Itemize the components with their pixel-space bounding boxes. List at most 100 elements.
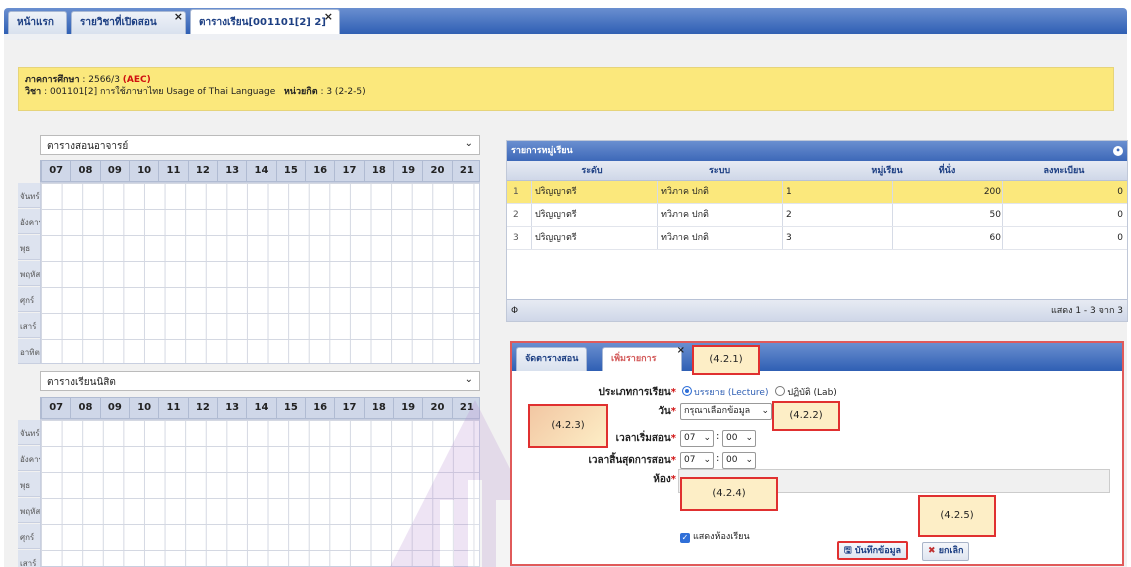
cell-group: 1: [786, 187, 792, 197]
pager-info: แสดง 1 - 3 จาก 3: [1050, 306, 1123, 316]
teacher-timetable-grid: [40, 182, 480, 364]
checkbox-icon: ✓: [680, 533, 690, 543]
teacher-timetable-select-value: ตารางสอนอาจารย์: [47, 141, 129, 152]
tab-open-courses[interactable]: รายวิชาที่เปิดสอน ×: [71, 10, 186, 34]
chevron-down-icon: ⌄: [745, 433, 753, 443]
column-divider: [892, 181, 893, 203]
column-divider: [657, 227, 658, 249]
column-divider: [782, 204, 783, 226]
day-label: วัน*: [658, 406, 676, 417]
hour-header: 07: [41, 161, 70, 181]
cell-level: ปริญญาตรี: [535, 187, 577, 197]
hour-header: 10: [129, 398, 158, 418]
column-divider: [1002, 227, 1003, 249]
hour-header: 15: [275, 398, 305, 418]
student-timetable-select-value: ตารางเรียนนิสิต: [47, 377, 116, 388]
cell-seats: 200: [983, 187, 1001, 197]
cancel-button[interactable]: ✖ ยกเลิก: [922, 542, 970, 561]
tab-timetable[interactable]: ตารางเรียน[001101[2] 2] ×: [190, 9, 340, 35]
teacher-timetable-select[interactable]: ตารางสอนอาจารย์ ⌄: [40, 135, 480, 155]
radio-lab[interactable]: [775, 386, 786, 396]
hour-header: 18: [363, 398, 393, 418]
day-label: จันทร์: [18, 183, 40, 208]
tab-schedule[interactable]: จัดตารางสอน: [516, 347, 588, 371]
tab-home[interactable]: หน้าแรก: [8, 11, 67, 34]
close-icon[interactable]: ×: [174, 6, 183, 28]
chevron-down-icon: ⌄: [745, 455, 753, 465]
hour-header: 17: [334, 161, 363, 181]
hour-header: 14: [246, 398, 275, 418]
hour-header: 21: [451, 161, 481, 181]
tab-add-item[interactable]: เพิ่มรายการ ×: [602, 345, 685, 371]
day-select[interactable]: กรุณาเลือกข้อมูล ⌄: [680, 403, 772, 420]
cell-level: ปริญญาตรี: [535, 233, 577, 243]
hour-header: 08: [70, 398, 99, 418]
chevron-down-icon: ⌄: [703, 433, 711, 443]
semester-line: ภาคการศึกษา : 2566/3 (AEC): [25, 74, 1107, 86]
cell-seats: 60: [989, 233, 1001, 243]
tab-open-courses-label: รายวิชาที่เปิดสอน: [80, 17, 157, 28]
annotation-4-2-4: (4.2.4): [680, 477, 778, 511]
day-label: จันทร์: [18, 420, 40, 445]
chevron-down-icon: ⌄: [464, 138, 473, 149]
col-registered[interactable]: ลงทะเบียน: [1002, 161, 1126, 181]
hour-header: 16: [305, 161, 334, 181]
row-number: 3: [513, 233, 519, 243]
cell-registered: 0: [1117, 187, 1123, 197]
close-icon[interactable]: ×: [324, 4, 333, 30]
show-rooms-checkbox[interactable]: ✓ แสดงห้องเรียน: [680, 529, 750, 543]
group-list-title: รายการหมู่เรียน: [511, 146, 573, 156]
collapse-icon[interactable]: •: [1113, 146, 1123, 156]
col-seats[interactable]: ที่นั่ง: [892, 161, 1002, 181]
column-divider: [531, 204, 532, 226]
hour-header: 11: [158, 398, 187, 418]
semester-label: ภาคการศึกษา: [25, 75, 80, 85]
group-list-panel: รายการหมู่เรียน • ระดับ ระบบ หมู่เรียน ท…: [506, 140, 1128, 322]
hour-header: 12: [187, 398, 217, 418]
tab-home-label: หน้าแรก: [17, 17, 54, 28]
day-label: ศุกร์: [18, 287, 40, 312]
student-timetable-select[interactable]: ตารางเรียนนิสิต ⌄: [40, 371, 480, 391]
column-divider: [657, 181, 658, 203]
tab-timetable-label: ตารางเรียน[001101[2] 2]: [199, 17, 326, 28]
hour-header: 07: [41, 398, 70, 418]
teacher-timetable-header: 07 08 09 10 11 12 13 14 15 16 17 18 19 20 21: [40, 160, 480, 182]
hour-header: 13: [217, 161, 246, 181]
day-label: เสาร์: [18, 550, 40, 567]
column-divider: [531, 181, 532, 203]
refresh-icon[interactable]: Φ: [511, 300, 518, 322]
show-rooms-label: แสดงห้องเรียน: [693, 532, 750, 542]
tab-bar: หน้าแรก รายวิชาที่เปิดสอน × ตารางเรียน[0…: [0, 0, 1131, 40]
cell-system: ทวิภาค ปกติ: [661, 233, 709, 243]
end-minute-select[interactable]: 00 ⌄: [722, 452, 756, 469]
radio-lecture[interactable]: [682, 386, 692, 396]
table-row[interactable]: 2 ปริญญาตรี ทวิภาค ปกติ 2 50 0: [507, 204, 1127, 227]
hour-header: 20: [422, 398, 451, 418]
day-label: อังคาร: [18, 446, 40, 471]
aec-badge: (AEC): [122, 75, 151, 85]
column-divider: [531, 227, 532, 249]
day-label: พุธ: [18, 472, 40, 497]
start-minute-select[interactable]: 00 ⌄: [722, 430, 756, 447]
column-divider: [892, 227, 893, 249]
table-row[interactable]: 3 ปริญญาตรี ทวิภาค ปกติ 3 60 0: [507, 227, 1127, 250]
group-list-footer: Φ แสดง 1 - 3 จาก 3: [507, 299, 1127, 321]
hour-header: 12: [187, 161, 217, 181]
close-icon[interactable]: ×: [677, 340, 685, 362]
table-row[interactable]: 1 ปริญญาตรี ทวิภาค ปกติ 1 200 0: [507, 181, 1127, 204]
tab-schedule-label: จัดตารางสอน: [525, 354, 579, 364]
end-hour-select[interactable]: 07 ⌄: [680, 452, 714, 469]
cell-system: ทวิภาค ปกติ: [661, 210, 709, 220]
course-info-panel: ภาคการศึกษา : 2566/3 (AEC) วิชา : 001101…: [18, 67, 1114, 111]
row-number: 2: [513, 210, 519, 220]
day-label: พฤหัส: [18, 261, 40, 286]
save-button[interactable]: 🖫 บันทึกข้อมูล: [837, 541, 909, 560]
hour-header: 21: [451, 398, 481, 418]
col-level[interactable]: ระดับ: [527, 161, 657, 181]
cell-level: ปริญญาตรี: [535, 210, 577, 220]
col-system[interactable]: ระบบ: [657, 161, 782, 181]
hour-header: 19: [393, 398, 422, 418]
start-hour-select[interactable]: 07 ⌄: [680, 430, 714, 447]
day-label: อาทิตย์: [18, 339, 40, 364]
hour-header: 11: [158, 161, 187, 181]
